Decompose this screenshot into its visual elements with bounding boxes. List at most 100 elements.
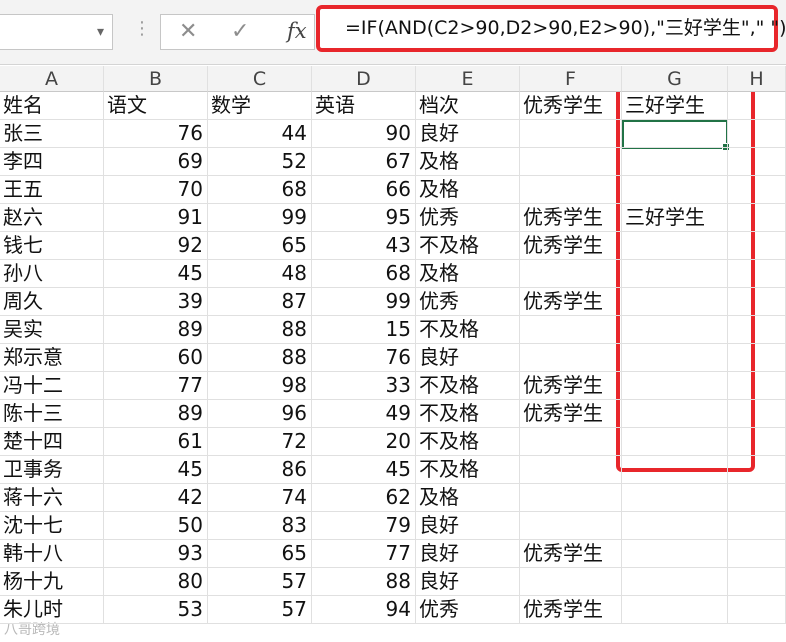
- table-cell[interactable]: 89: [104, 316, 208, 344]
- table-cell[interactable]: [728, 316, 786, 344]
- table-cell[interactable]: 优秀: [416, 288, 520, 316]
- table-cell[interactable]: [728, 344, 786, 372]
- table-cell[interactable]: 77: [104, 372, 208, 400]
- table-cell[interactable]: [728, 540, 786, 568]
- table-cell[interactable]: 92: [104, 232, 208, 260]
- column-header-a[interactable]: A: [0, 66, 104, 92]
- header-cell[interactable]: 姓名: [0, 92, 104, 120]
- table-cell[interactable]: 88: [208, 344, 312, 372]
- table-cell[interactable]: 79: [312, 512, 416, 540]
- table-cell[interactable]: [728, 596, 786, 624]
- table-cell[interactable]: 69: [104, 148, 208, 176]
- table-cell[interactable]: 杨十九: [0, 568, 104, 596]
- table-cell[interactable]: 86: [208, 456, 312, 484]
- table-cell[interactable]: 不及格: [416, 400, 520, 428]
- table-cell[interactable]: [520, 484, 622, 512]
- table-cell[interactable]: 吴实: [0, 316, 104, 344]
- table-cell[interactable]: 89: [104, 400, 208, 428]
- column-header-c[interactable]: C: [208, 66, 312, 92]
- table-cell[interactable]: [728, 204, 786, 232]
- table-cell[interactable]: 陈十三: [0, 400, 104, 428]
- table-cell[interactable]: 94: [312, 596, 416, 624]
- table-cell[interactable]: 39: [104, 288, 208, 316]
- table-cell[interactable]: [622, 428, 728, 456]
- table-cell[interactable]: 33: [312, 372, 416, 400]
- table-cell[interactable]: 20: [312, 428, 416, 456]
- table-cell[interactable]: [520, 148, 622, 176]
- table-cell[interactable]: 卫事务: [0, 456, 104, 484]
- table-cell[interactable]: [622, 456, 728, 484]
- table-cell[interactable]: [622, 372, 728, 400]
- table-cell[interactable]: 42: [104, 484, 208, 512]
- table-cell[interactable]: 优秀: [416, 204, 520, 232]
- header-cell[interactable]: 档次: [416, 92, 520, 120]
- table-cell[interactable]: 48: [208, 260, 312, 288]
- table-cell[interactable]: [728, 176, 786, 204]
- table-cell[interactable]: 45: [104, 260, 208, 288]
- table-cell[interactable]: [622, 344, 728, 372]
- table-cell[interactable]: 61: [104, 428, 208, 456]
- table-cell[interactable]: [728, 372, 786, 400]
- table-cell[interactable]: 优秀学生: [520, 232, 622, 260]
- table-cell[interactable]: [622, 400, 728, 428]
- table-cell[interactable]: [520, 176, 622, 204]
- table-cell[interactable]: 良好: [416, 540, 520, 568]
- table-cell[interactable]: 张三: [0, 120, 104, 148]
- table-cell[interactable]: 88: [208, 316, 312, 344]
- table-cell[interactable]: 及格: [416, 484, 520, 512]
- header-cell[interactable]: 三好学生: [622, 92, 728, 120]
- table-cell[interactable]: [520, 428, 622, 456]
- table-cell[interactable]: 优秀学生: [520, 540, 622, 568]
- table-cell[interactable]: [728, 232, 786, 260]
- table-cell[interactable]: 及格: [416, 148, 520, 176]
- header-cell[interactable]: 英语: [312, 92, 416, 120]
- table-cell[interactable]: 60: [104, 344, 208, 372]
- table-cell[interactable]: 43: [312, 232, 416, 260]
- table-cell[interactable]: 87: [208, 288, 312, 316]
- table-cell[interactable]: 45: [312, 456, 416, 484]
- table-cell[interactable]: [728, 148, 786, 176]
- header-cell[interactable]: 语文: [104, 92, 208, 120]
- table-cell[interactable]: [622, 176, 728, 204]
- table-cell[interactable]: [622, 120, 728, 148]
- table-cell[interactable]: [622, 540, 728, 568]
- table-cell[interactable]: 57: [208, 568, 312, 596]
- table-cell[interactable]: [622, 596, 728, 624]
- name-box[interactable]: ▾: [0, 14, 113, 50]
- table-cell[interactable]: 优秀: [416, 596, 520, 624]
- table-cell[interactable]: [622, 484, 728, 512]
- table-cell[interactable]: 95: [312, 204, 416, 232]
- table-cell[interactable]: 优秀学生: [520, 288, 622, 316]
- table-cell[interactable]: 72: [208, 428, 312, 456]
- table-cell[interactable]: 62: [312, 484, 416, 512]
- table-cell[interactable]: 不及格: [416, 456, 520, 484]
- column-header-g[interactable]: G: [622, 66, 728, 92]
- table-cell[interactable]: 王五: [0, 176, 104, 204]
- table-cell[interactable]: 96: [208, 400, 312, 428]
- table-cell[interactable]: 65: [208, 232, 312, 260]
- table-cell[interactable]: 83: [208, 512, 312, 540]
- insert-function-icon[interactable]: fx: [287, 19, 307, 43]
- table-cell[interactable]: 良好: [416, 568, 520, 596]
- table-cell[interactable]: 98: [208, 372, 312, 400]
- formula-input[interactable]: =IF(AND(C2>90,D2>90,E2>90),"三好学生"," "): [316, 5, 786, 52]
- table-cell[interactable]: 80: [104, 568, 208, 596]
- table-cell[interactable]: 45: [104, 456, 208, 484]
- table-cell[interactable]: 李四: [0, 148, 104, 176]
- table-cell[interactable]: [728, 568, 786, 596]
- table-cell[interactable]: 66: [312, 176, 416, 204]
- table-cell[interactable]: [622, 512, 728, 540]
- table-cell[interactable]: 及格: [416, 176, 520, 204]
- table-cell[interactable]: 99: [208, 204, 312, 232]
- table-cell[interactable]: [622, 316, 728, 344]
- table-cell[interactable]: 周久: [0, 288, 104, 316]
- table-cell[interactable]: [728, 120, 786, 148]
- table-cell[interactable]: 50: [104, 512, 208, 540]
- table-cell[interactable]: 韩十八: [0, 540, 104, 568]
- table-cell[interactable]: 冯十二: [0, 372, 104, 400]
- table-cell[interactable]: 90: [312, 120, 416, 148]
- table-cell[interactable]: 53: [104, 596, 208, 624]
- table-cell[interactable]: [728, 428, 786, 456]
- table-cell[interactable]: 赵六: [0, 204, 104, 232]
- table-cell[interactable]: 三好学生: [622, 204, 728, 232]
